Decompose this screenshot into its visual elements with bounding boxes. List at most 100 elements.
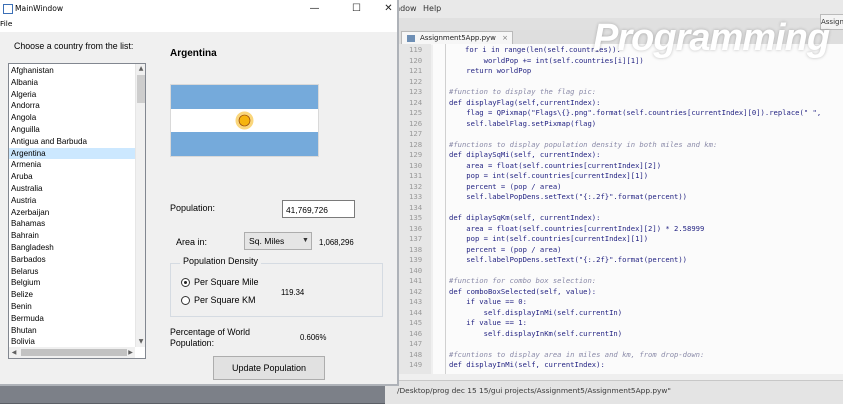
list-item[interactable]: Austria [9,195,136,206]
code-line[interactable]: return worldPop [449,66,531,75]
menu-bar: File [0,18,397,32]
code-line[interactable]: def diplaySqMi(self, currentIndex): [449,150,600,159]
code-line[interactable]: pop = int(self.countries[currentIndex][1… [449,234,648,243]
code-line[interactable]: def displayInMi(self, currentIndex): [449,360,605,369]
code-line[interactable]: flag = QPixmap("Flags\{}.png".format(sel… [449,108,821,117]
population-density-title: Population Density [180,256,262,266]
code-line[interactable]: if value == 1: [449,318,527,327]
editor-menubar: ndow Help [385,0,843,18]
code-line[interactable]: percent = (pop / area) [449,245,561,254]
code-line[interactable]: if value == 0: [449,297,527,306]
population-field[interactable]: 41,769,726 [282,200,355,218]
scroll-thumb[interactable] [137,75,145,103]
list-item[interactable]: Bahrain [9,230,136,241]
list-item[interactable]: Belarus [9,266,136,277]
list-item[interactable]: Belgium [9,277,136,288]
country-list[interactable]: Afghanistan Albania Algeria Andorra Angola An… [8,63,146,359]
python-file-icon [407,35,415,42]
code-line[interactable]: self.displayInKm(self.currentIn) [449,329,622,338]
line-number: 149 [409,360,423,369]
code-line[interactable]: #fcuntions to display area in miles and … [449,350,704,359]
line-number: 136 [409,223,423,233]
code-line[interactable]: #function for combo box selection: [449,276,596,285]
country-name-heading: Argentina [170,48,217,59]
radio-per-square-mile[interactable] [181,278,190,287]
fold-margin [445,44,446,374]
line-number: 143 [409,297,423,306]
code-line[interactable]: area = float(self.countries[currentIndex… [449,224,704,233]
flag-bottom-stripe [171,132,318,156]
tab-label: Assignment5App.pyw [420,34,496,42]
line-number: 121 [409,66,423,75]
code-line[interactable]: #functions to display population density… [449,140,717,149]
radio-per-square-mile-label[interactable]: Per Square Mile [194,277,259,287]
code-line[interactable]: self.labelFlag.setPixmap(flag) [449,119,596,128]
list-item[interactable]: Angola [9,112,136,123]
percentage-world-value: 0.606% [300,333,327,342]
code-area[interactable]: for i in range(len(self.countries)): wor… [433,44,843,374]
list-item[interactable]: Antigua and Barbuda [9,136,136,147]
menu-file[interactable]: File [0,19,12,28]
list-item[interactable]: Aruba [9,171,136,182]
list-item[interactable]: Australia [9,183,136,194]
tab-assignment5app[interactable]: Assignment5App.pyw × [401,31,513,45]
code-line[interactable]: def diplaySqKm(self, currentIndex): [449,213,600,222]
list-item[interactable]: Algeria [9,89,136,100]
list-item[interactable]: Andorra [9,100,136,111]
list-item[interactable]: Bermuda [9,313,136,324]
line-number: 141 [409,276,423,285]
line-number: 128 [409,139,423,149]
close-button[interactable]: ✕ [372,0,405,18]
sun-of-may-icon [235,111,254,130]
code-line[interactable]: self.displayInMi(self.currentIn) [449,308,622,317]
code-line[interactable]: area = float(self.countries[currentIndex… [449,161,661,170]
list-item[interactable]: Argentina [9,147,136,159]
list-item[interactable]: Bangladesh [9,242,136,253]
close-icon[interactable]: × [502,34,508,42]
list-item[interactable]: Azerbaijan [9,207,136,218]
line-number: 137 [409,234,423,243]
line-number: 133 [409,192,423,201]
list-item[interactable]: Afghanistan [9,65,136,76]
scroll-thumb[interactable] [21,349,127,356]
code-line[interactable]: def comboBoxSelected(self, value): [449,287,596,296]
list-item[interactable]: Bolivia [9,336,136,347]
area-value: 1,068,296 [319,238,354,247]
line-number: 145 [409,318,423,327]
maximize-button[interactable]: ☐ [340,0,373,18]
list-item[interactable]: Bahamas [9,218,136,229]
code-line[interactable]: #function to display the flag pic: [449,87,596,96]
radio-per-square-km[interactable] [181,296,190,305]
menu-help[interactable]: Help [423,4,441,13]
radio-per-square-km-label[interactable]: Per Square KM [194,295,256,305]
line-number: 125 [409,108,423,117]
horizontal-scrollbar[interactable]: ◀ ▶ [9,347,135,358]
code-line[interactable]: pop = int(self.countries[currentIndex][1… [449,171,648,180]
code-line[interactable]: self.labelPopDens.setText("{:.2f}".forma… [449,255,687,264]
list-item[interactable]: Benin [9,301,136,312]
code-line[interactable]: def displayFlag(self,currentIndex): [449,98,600,107]
line-number: 122 [409,76,423,86]
area-unit-dropdown[interactable]: Sq. Miles ▼ [244,232,312,250]
list-item[interactable]: Belize [9,289,136,300]
scroll-right-icon[interactable]: ▶ [126,347,135,358]
vertical-scrollbar[interactable]: ▲ ▼ [135,64,145,347]
scroll-up-icon[interactable]: ▲ [136,64,145,74]
update-population-button[interactable]: Update Population [213,356,325,380]
line-number: 144 [409,307,423,317]
list-item[interactable]: Albania [9,77,136,88]
line-number: 119 [409,45,423,54]
list-item[interactable]: Bhutan [9,325,136,336]
code-line[interactable]: percent = (pop / area) [449,182,561,191]
status-bar: /Desktop/prog dec 15 15/gui projects/Ass… [385,380,843,404]
background-code-editor: ndow Help Assignment5App.pyw × Assignm 1… [385,0,843,404]
list-item[interactable]: Anguilla [9,124,136,135]
minimize-button[interactable]: — [298,0,331,18]
banner-title: Programming [593,17,830,59]
list-item[interactable]: Armenia [9,159,136,170]
scroll-down-icon[interactable]: ▼ [136,337,145,347]
scroll-left-icon[interactable]: ◀ [9,347,19,358]
list-item[interactable]: Barbados [9,254,136,265]
code-line[interactable]: self.labelPopDens.setText("{:.2f}".forma… [449,192,687,201]
title-bar[interactable]: MainWindow — ☐ ✕ [0,0,397,18]
